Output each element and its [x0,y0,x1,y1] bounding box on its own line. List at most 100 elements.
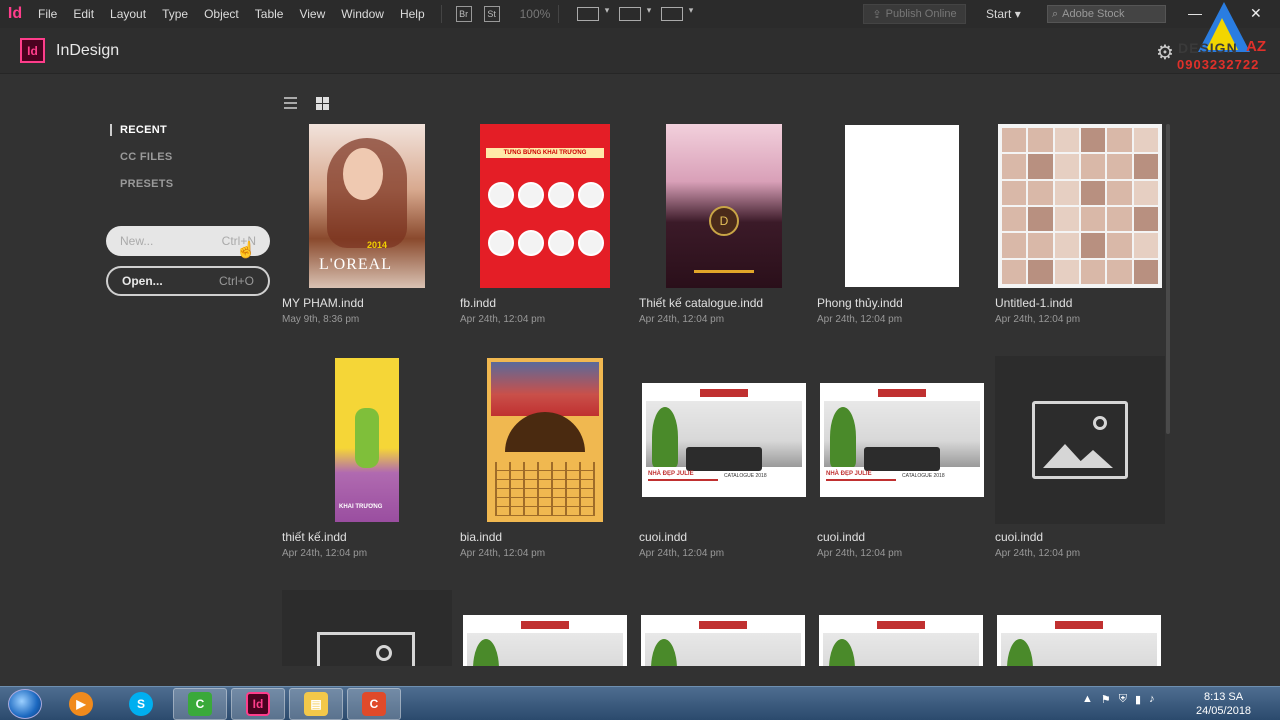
recent-file[interactable] [282,590,452,666]
menu-edit[interactable]: Edit [65,0,102,28]
gear-icon[interactable]: ⚙ [1156,40,1174,65]
menu-view[interactable]: View [291,0,333,28]
file-thumbnail: 2014 L'OREAL [309,124,425,288]
app-title: InDesign [56,42,120,59]
thumb-text: NHÀ ĐẸP JULIE [648,471,718,481]
stock-search-placeholder: Adobe Stock [1062,8,1125,20]
nav-recent[interactable]: RECENT [110,124,173,136]
file-name: Untitled-1.indd [995,296,1073,310]
file-date: Apr 24th, 12:04 pm [817,314,903,325]
open-document-button[interactable]: Open... Ctrl+O [106,266,270,296]
designaz-watermark: DESIGN AZ 0903232722 [1176,2,1272,72]
clock-date: 24/05/2018 [1196,705,1252,717]
file-name: cuoi.indd [817,530,866,544]
file-date: Apr 24th, 12:04 pm [282,548,368,559]
grid-view-icon[interactable] [316,97,329,110]
taskbar-app-recorder[interactable]: C [347,688,401,720]
thumb-text: D [709,206,739,236]
brand-phone: 0903232722 [1177,57,1260,72]
show-hidden-icons-icon[interactable]: ▲ [1082,693,1093,706]
skype-icon: S [129,692,153,716]
clock-time: 8:13 SA [1203,691,1244,703]
view-options-icon[interactable] [577,5,609,21]
thumb-text: TƯNG BỪNG KHAI TRƯƠNG [486,148,604,158]
scrollbar[interactable] [1166,124,1170,434]
taskbar-app-media[interactable]: ▶ [54,688,108,720]
windows-start-icon[interactable] [8,689,42,719]
file-thumbnail [845,125,959,287]
camtasia-icon: C [188,692,212,716]
recorder-icon: C [362,692,386,716]
menu-window[interactable]: Window [333,0,392,28]
thumb-text: NHÀ ĐẸP JULIE [826,471,896,481]
screen-mode-icon[interactable] [619,5,651,21]
app-header: Id InDesign ⚙ [0,28,1280,74]
file-name: Thiết kế catalogue.indd [639,296,764,310]
search-icon: ⌕ [1052,7,1059,20]
menu-object[interactable]: Object [196,0,247,28]
taskbar-app-indesign[interactable]: Id [231,688,285,720]
file-date: Apr 24th, 12:04 pm [995,548,1081,559]
hand-cursor-icon: ☝ [236,242,256,259]
file-thumbnail: D [666,124,782,288]
taskbar-app-skype[interactable]: S [114,688,168,720]
zoom-level[interactable]: 100% [520,7,551,21]
volume-icon[interactable]: ♪ [1149,693,1155,706]
file-date: Apr 24th, 12:04 pm [995,314,1081,325]
recent-file[interactable] [641,615,805,666]
file-thumbnail [463,615,627,666]
network-icon[interactable]: ▮ [1135,693,1141,706]
toolbar-separator [558,5,560,23]
menu-help[interactable]: Help [392,0,433,28]
media-player-icon: ▶ [69,692,93,716]
nav-presets[interactable]: PRESETS [110,178,173,190]
thumb-year: 2014 [367,240,388,250]
taskbar-app-explorer[interactable]: ▤ [289,688,343,720]
recent-file[interactable] [997,615,1161,666]
taskbar: ▶ S C Id ▤ C ▲ ⚑ ⛨ ▮ ♪ 8:13 SA 24/05/201… [0,686,1280,720]
menu-table[interactable]: Table [247,0,292,28]
indesign-logo: Id [20,38,45,63]
arrange-documents-icon[interactable] [661,5,693,21]
list-view-icon[interactable] [284,97,297,109]
nav-cc-files[interactable]: CC FILES [110,151,173,163]
file-date: Apr 24th, 12:04 pm [639,548,725,559]
security-icon[interactable]: ⛨ [1119,693,1127,706]
taskbar-app-camtasia[interactable]: C [173,688,227,720]
recent-file[interactable] [819,615,983,666]
toolbar-separator [440,5,442,23]
folder-icon: ▤ [304,692,328,716]
chevron-down-icon: ▾ [1014,7,1021,21]
file-name: MY PHAM.indd [282,296,364,310]
file-date: May 9th, 8:36 pm [282,314,360,325]
publish-online-button[interactable]: ⇪ Publish Online [863,4,966,24]
thumb-subtext: CATALOGUE 2018 [724,473,767,479]
adobe-stock-search[interactable]: ⌕ Adobe Stock [1047,5,1166,23]
file-thumbnail: KHAI TRƯƠNG [335,358,399,522]
new-label: New... [120,234,154,248]
file-thumbnail [487,358,603,522]
file-date: Apr 24th, 12:04 pm [817,548,903,559]
menu-type[interactable]: Type [154,0,196,28]
file-name: cuoi.indd [639,530,688,544]
recent-file[interactable] [463,615,627,666]
menu-layout[interactable]: Layout [102,0,154,28]
stock-button[interactable]: St [483,6,500,22]
open-shortcut: Ctrl+O [218,274,254,288]
indesign-logo-small: Id [7,5,23,22]
menu-file[interactable]: File [30,0,65,28]
publish-label: Publish Online [885,8,957,20]
file-thumbnail: TƯNG BỪNG KHAI TRƯƠNG [480,124,610,288]
thumb-subtext: CATALOGUE 2018 [902,473,945,479]
file-thumbnail [997,615,1161,666]
file-thumbnail [819,615,983,666]
system-clock[interactable]: 8:13 SA 24/05/2018 [1196,690,1251,718]
file-name: Phong thủy.indd [817,296,903,310]
file-thumbnail [995,356,1165,524]
bridge-button[interactable]: Br [455,6,472,22]
file-date: Apr 24th, 12:04 pm [460,314,546,325]
workspace-switcher[interactable]: Start ▾ [986,0,1021,28]
file-thumbnail [641,615,805,666]
flag-icon[interactable]: ⚑ [1101,693,1111,706]
file-date: Apr 24th, 12:04 pm [639,314,725,325]
